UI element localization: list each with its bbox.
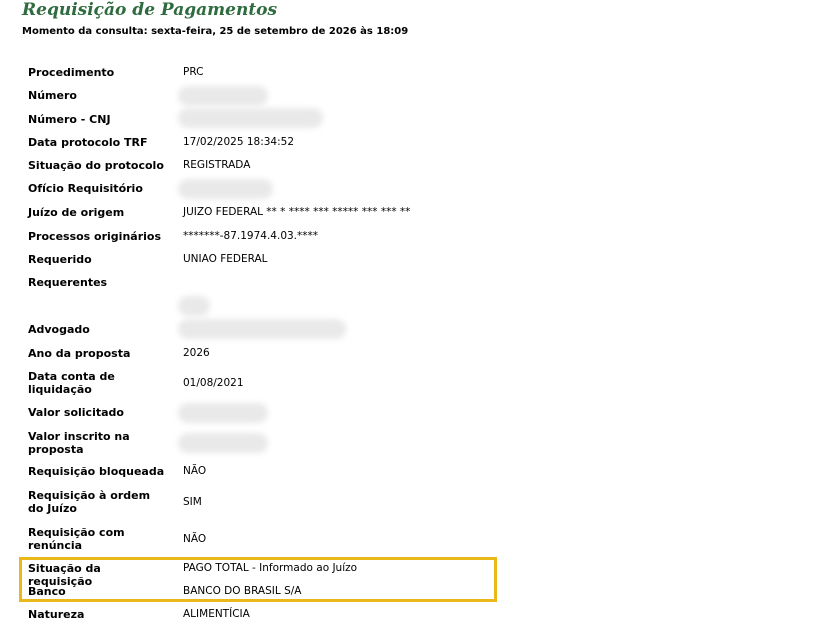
label-natureza: Natureza [28,608,85,621]
label-requisicao-ordem: Requisição à ordem do Juízo [28,489,151,515]
label-requisicao-renuncia: Requisição com renúncia [28,526,125,552]
row-ano-proposta: Ano da proposta 2026 [0,347,830,367]
redacted-valor-inscrito [178,433,268,453]
value-natureza: ALIMENTÍCIA [183,608,250,620]
label-requerentes: Requerentes [28,276,108,289]
row-valor-inscrito: Valor inscrito na proposta [0,430,830,458]
label-banco: Banco [28,585,66,598]
label-situacao-protocolo: Situação do protocolo [28,159,164,172]
label-numero: Número [28,89,77,102]
value-requerido: UNIAO FEDERAL [183,253,268,265]
row-requerido: Requerido UNIAO FEDERAL [0,253,830,273]
consulta-timestamp: Momento da consulta: sexta-feira, 25 de … [22,26,409,37]
row-juizo-origem: Juízo de origem JUIZO FEDERAL ** * **** … [0,206,830,226]
row-situacao-protocolo: Situação do protocolo REGISTRADA [0,159,830,179]
label-valor-inscrito: Valor inscrito na proposta [28,430,130,456]
label-procedimento: Procedimento [28,66,115,79]
value-juizo-origem: JUIZO FEDERAL ** * **** *** ***** *** **… [183,206,411,218]
label-oficio: Ofício Requisitório [28,182,143,195]
redacted-advogado [178,319,346,339]
value-requisicao-bloqueada: NÃO [183,465,207,477]
row-requisicao-ordem: Requisição à ordem do Juízo SIM [0,489,830,517]
page-title: Requisição de Pagamentos [22,0,278,20]
row-data-protocolo: Data protocolo TRF 17/02/2025 18:34:52 [0,136,830,156]
value-situacao-requisicao: PAGO TOTAL - Informado ao Juízo [183,562,358,574]
redacted-oficio [178,179,273,199]
value-processos-originarios: *******-87.1974.4.03.**** [183,230,319,242]
redacted-valor-solicitado [178,403,268,423]
label-processos-originarios: Processos originários [28,230,162,243]
row-banco: Banco BANCO DO BRASIL S/A [0,585,830,605]
value-procedimento: PRC [183,66,204,78]
row-advogado: Advogado [0,319,830,343]
value-data-conta: 01/08/2021 [183,377,244,389]
label-data-conta: Data conta de liquidação [28,370,115,396]
row-oficio: Ofício Requisitório [0,179,830,202]
row-requisicao-renuncia: Requisição com renúncia NÃO [0,526,830,554]
value-banco: BANCO DO BRASIL S/A [183,585,302,597]
value-data-protocolo: 17/02/2025 18:34:52 [183,136,295,148]
redacted-requerentes [178,296,210,316]
value-requisicao-renuncia: NÃO [183,533,207,545]
label-requisicao-bloqueada: Requisição bloqueada [28,465,165,478]
label-requerido: Requerido [28,253,92,266]
row-requisicao-bloqueada: Requisição bloqueada NÃO [0,465,830,485]
value-requisicao-ordem: SIM [183,496,202,508]
label-numero-cnj: Número - CNJ [28,113,111,126]
label-ano-proposta: Ano da proposta [28,347,131,360]
label-advogado: Advogado [28,323,90,336]
row-processos-originarios: Processos originários *******-87.1974.4.… [0,230,830,250]
label-data-protocolo: Data protocolo TRF [28,136,148,149]
row-valor-solicitado: Valor solicitado [0,403,830,426]
row-requerentes: Requerentes [0,276,830,296]
redacted-numero [178,86,268,106]
row-natureza: Natureza ALIMENTÍCIA [0,608,830,628]
label-valor-solicitado: Valor solicitado [28,406,124,419]
row-numero-cnj: Número - CNJ [0,108,830,133]
redacted-numero-cnj [178,108,323,128]
row-procedimento: Procedimento PRC [0,66,830,86]
value-situacao-protocolo: REGISTRADA [183,159,251,171]
value-ano-proposta: 2026 [183,347,210,359]
label-juizo-origem: Juízo de origem [28,206,125,219]
row-situacao-requisicao: Situação da requisição PAGO TOTAL - Info… [0,562,830,588]
row-data-conta: Data conta de liquidação 01/08/2021 [0,370,830,398]
row-numero: Número [0,86,830,109]
